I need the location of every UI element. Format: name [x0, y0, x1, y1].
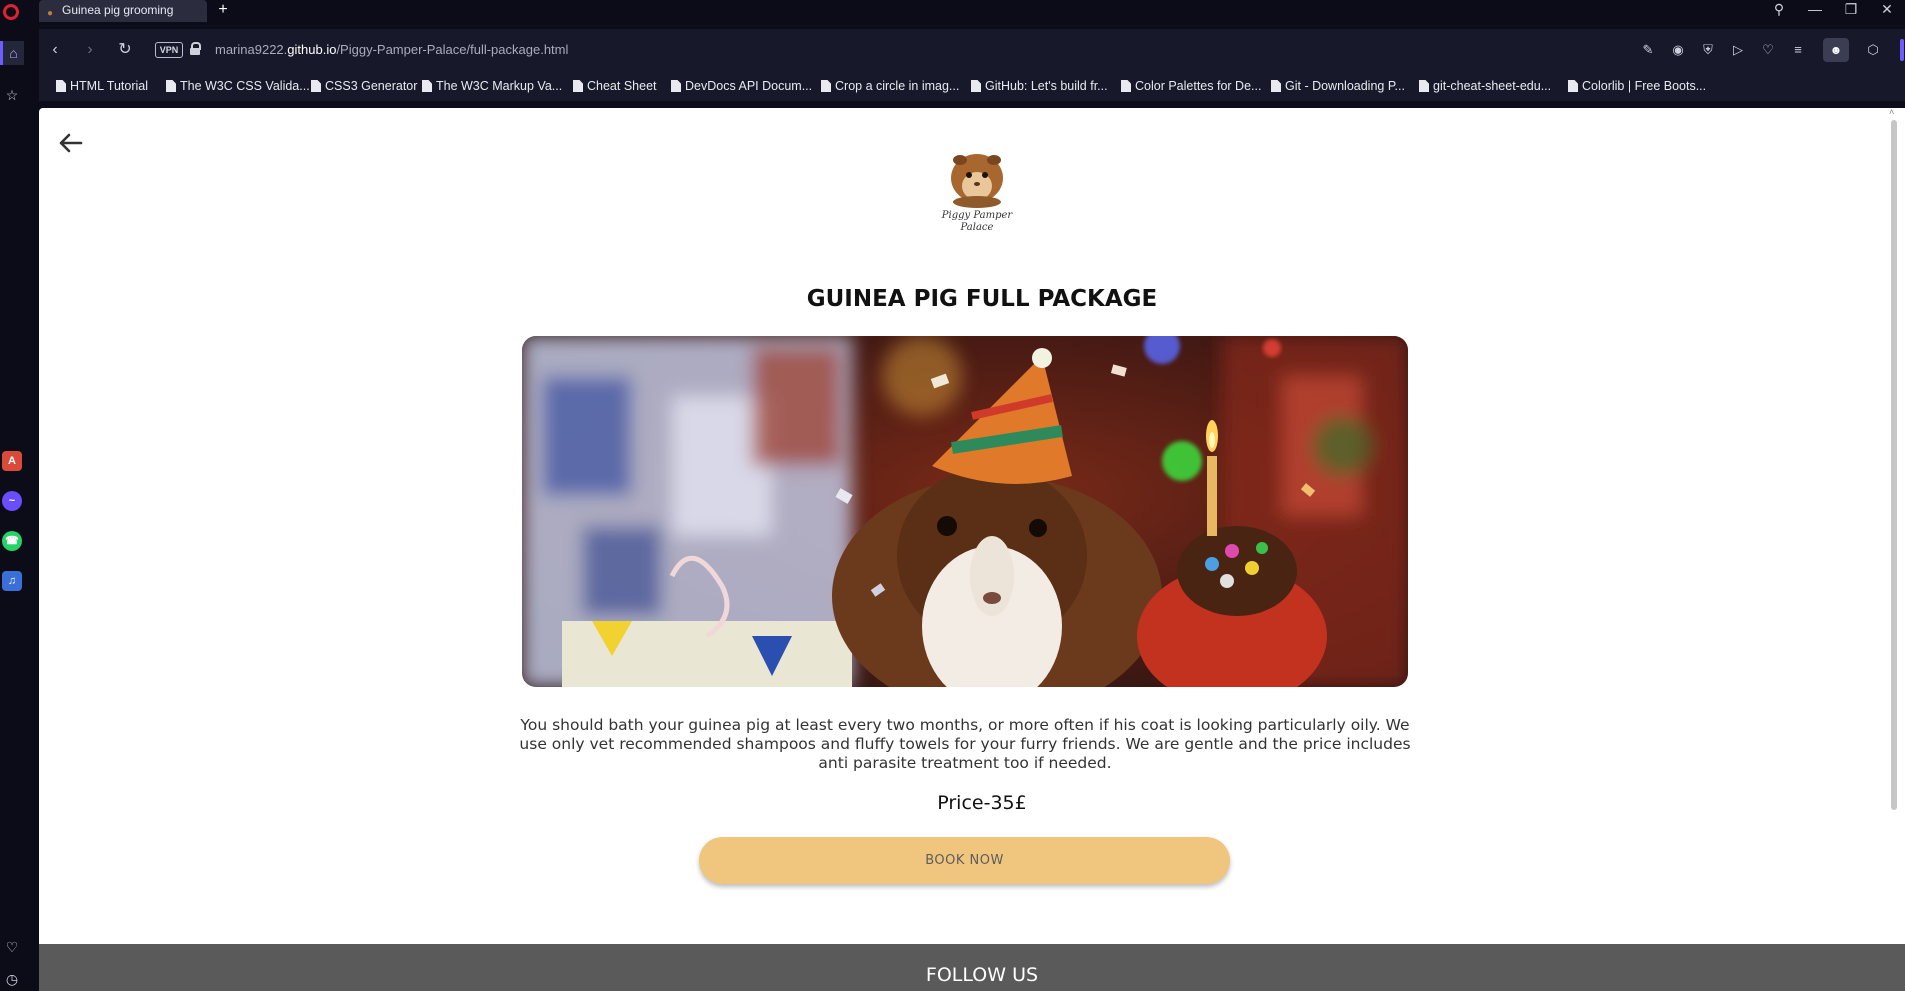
bookmark-item[interactable]: HTML Tutorial	[54, 78, 148, 94]
page-icon	[1121, 80, 1131, 92]
bookmark-item[interactable]: Crop a circle in imag...	[819, 78, 959, 94]
star-icon[interactable]: ☆	[2, 85, 22, 105]
snapshot-edit-icon[interactable]: ✎	[1639, 41, 1657, 59]
url-field[interactable]: marina9222.github.io/Piggy-Pamper-Palace…	[215, 41, 568, 59]
page-icon	[1419, 80, 1429, 92]
bookmark-item[interactable]: Colorlib | Free Boots...	[1566, 78, 1706, 94]
page-title: GUINEA PIG FULL PACKAGE	[806, 286, 1158, 312]
page-icon	[971, 80, 981, 92]
page-icon	[422, 80, 432, 92]
tab-title: Guinea pig grooming	[62, 3, 174, 17]
shield-icon[interactable]: ⛨	[1699, 41, 1717, 59]
reload-icon[interactable]: ↻	[114, 39, 136, 61]
back-arrow-icon[interactable]	[55, 128, 85, 158]
logo-text-line1: Piggy Pamper	[941, 210, 1014, 221]
aria-ai-icon[interactable]: A	[2, 451, 22, 471]
close-icon[interactable]: ✕	[1872, 0, 1902, 20]
camera-icon[interactable]: ◉	[1669, 41, 1687, 59]
extensions-cube-icon[interactable]: ⬡	[1864, 41, 1882, 59]
accent-bar	[1900, 39, 1904, 61]
address-bar: ‹ › ↻ VPN marina9222.github.io/Piggy-Pam…	[39, 29, 1905, 71]
page-icon	[671, 80, 681, 92]
guinea-pig-favicon-icon: ●	[47, 8, 54, 19]
search-icon[interactable]: ⚲	[1764, 0, 1794, 20]
browser-tab-active[interactable]: ● Guinea pig grooming	[39, 0, 207, 22]
browser-sidebar: ⌂ ☆ A ~ ☎ ♫ ♡ ◷	[0, 25, 39, 991]
footer: FOLLOW US	[39, 944, 1905, 991]
player-icon[interactable]: ♫	[2, 571, 22, 591]
package-price: Price-35£	[937, 792, 1027, 814]
messenger-icon[interactable]: ~	[2, 491, 22, 511]
bookmark-item[interactable]: CSS3 Generator	[309, 78, 417, 94]
lock-icon[interactable]	[190, 42, 201, 56]
site-logo[interactable]: Piggy Pamper Palace	[940, 146, 1014, 240]
chevron-left-icon[interactable]: ‹	[44, 39, 66, 61]
profile-icon[interactable]: ☻	[1823, 38, 1849, 62]
scroll-up-icon[interactable]: ˄	[1889, 108, 1899, 117]
vpn-badge[interactable]: VPN	[155, 42, 183, 58]
footer-title: FOLLOW US	[925, 964, 1039, 986]
tab-strip: ● Guinea pig grooming + ⚲ — ❐ ✕	[0, 0, 1905, 25]
heart-icon[interactable]: ♡	[1759, 41, 1777, 59]
bookmark-item[interactable]: GitHub: Let's build fr...	[969, 78, 1108, 94]
bookmarks-bar: HTML Tutorial The W3C CSS Valida... CSS3…	[39, 71, 1905, 101]
bookmark-item[interactable]: Color Palettes for De...	[1119, 78, 1261, 94]
menu-lines-icon[interactable]: ≡	[1789, 41, 1807, 59]
bookmark-item[interactable]: DevDocs API Docum...	[669, 78, 812, 94]
heart-icon[interactable]: ♡	[2, 937, 22, 957]
url-domain: github.io	[287, 42, 337, 57]
url-prefix: marina9222.	[215, 42, 288, 57]
minimize-icon[interactable]: —	[1800, 0, 1830, 20]
bookmark-item[interactable]: Git - Downloading P...	[1269, 78, 1405, 94]
hero-image	[522, 336, 1408, 687]
package-description: You should bath your guinea pig at least…	[519, 716, 1411, 772]
page-icon	[311, 80, 321, 92]
url-path: /Piggy-Pamper-Palace/full-package.html	[336, 42, 569, 57]
logo-text-line2: Palace	[960, 222, 994, 233]
restore-icon[interactable]: ❐	[1836, 0, 1866, 20]
history-clock-icon[interactable]: ◷	[2, 969, 22, 989]
bookmark-item[interactable]: Cheat Sheet	[571, 78, 657, 94]
page-icon	[1271, 80, 1281, 92]
new-tab-button[interactable]: +	[214, 1, 232, 19]
page-icon	[821, 80, 831, 92]
page-icon	[166, 80, 176, 92]
page-icon	[573, 80, 583, 92]
chevron-right-icon[interactable]: ›	[79, 39, 101, 61]
bookmark-item[interactable]: The W3C Markup Va...	[420, 78, 562, 94]
whatsapp-icon[interactable]: ☎	[2, 531, 22, 551]
page-viewport: ˄ Piggy Pamper Palace GUINEA PIG FULL PA…	[39, 108, 1905, 991]
page-icon	[56, 80, 66, 92]
opera-logo-icon[interactable]	[3, 4, 19, 20]
scrollbar[interactable]	[1891, 120, 1897, 810]
play-icon[interactable]: ▷	[1729, 41, 1747, 59]
book-now-button[interactable]: BOOK NOW	[699, 837, 1230, 884]
bookmark-item[interactable]: git-cheat-sheet-edu...	[1417, 78, 1551, 94]
bookmark-item[interactable]: The W3C CSS Valida...	[164, 78, 310, 94]
page-icon	[1568, 80, 1578, 92]
home-icon[interactable]: ⌂	[0, 41, 24, 65]
